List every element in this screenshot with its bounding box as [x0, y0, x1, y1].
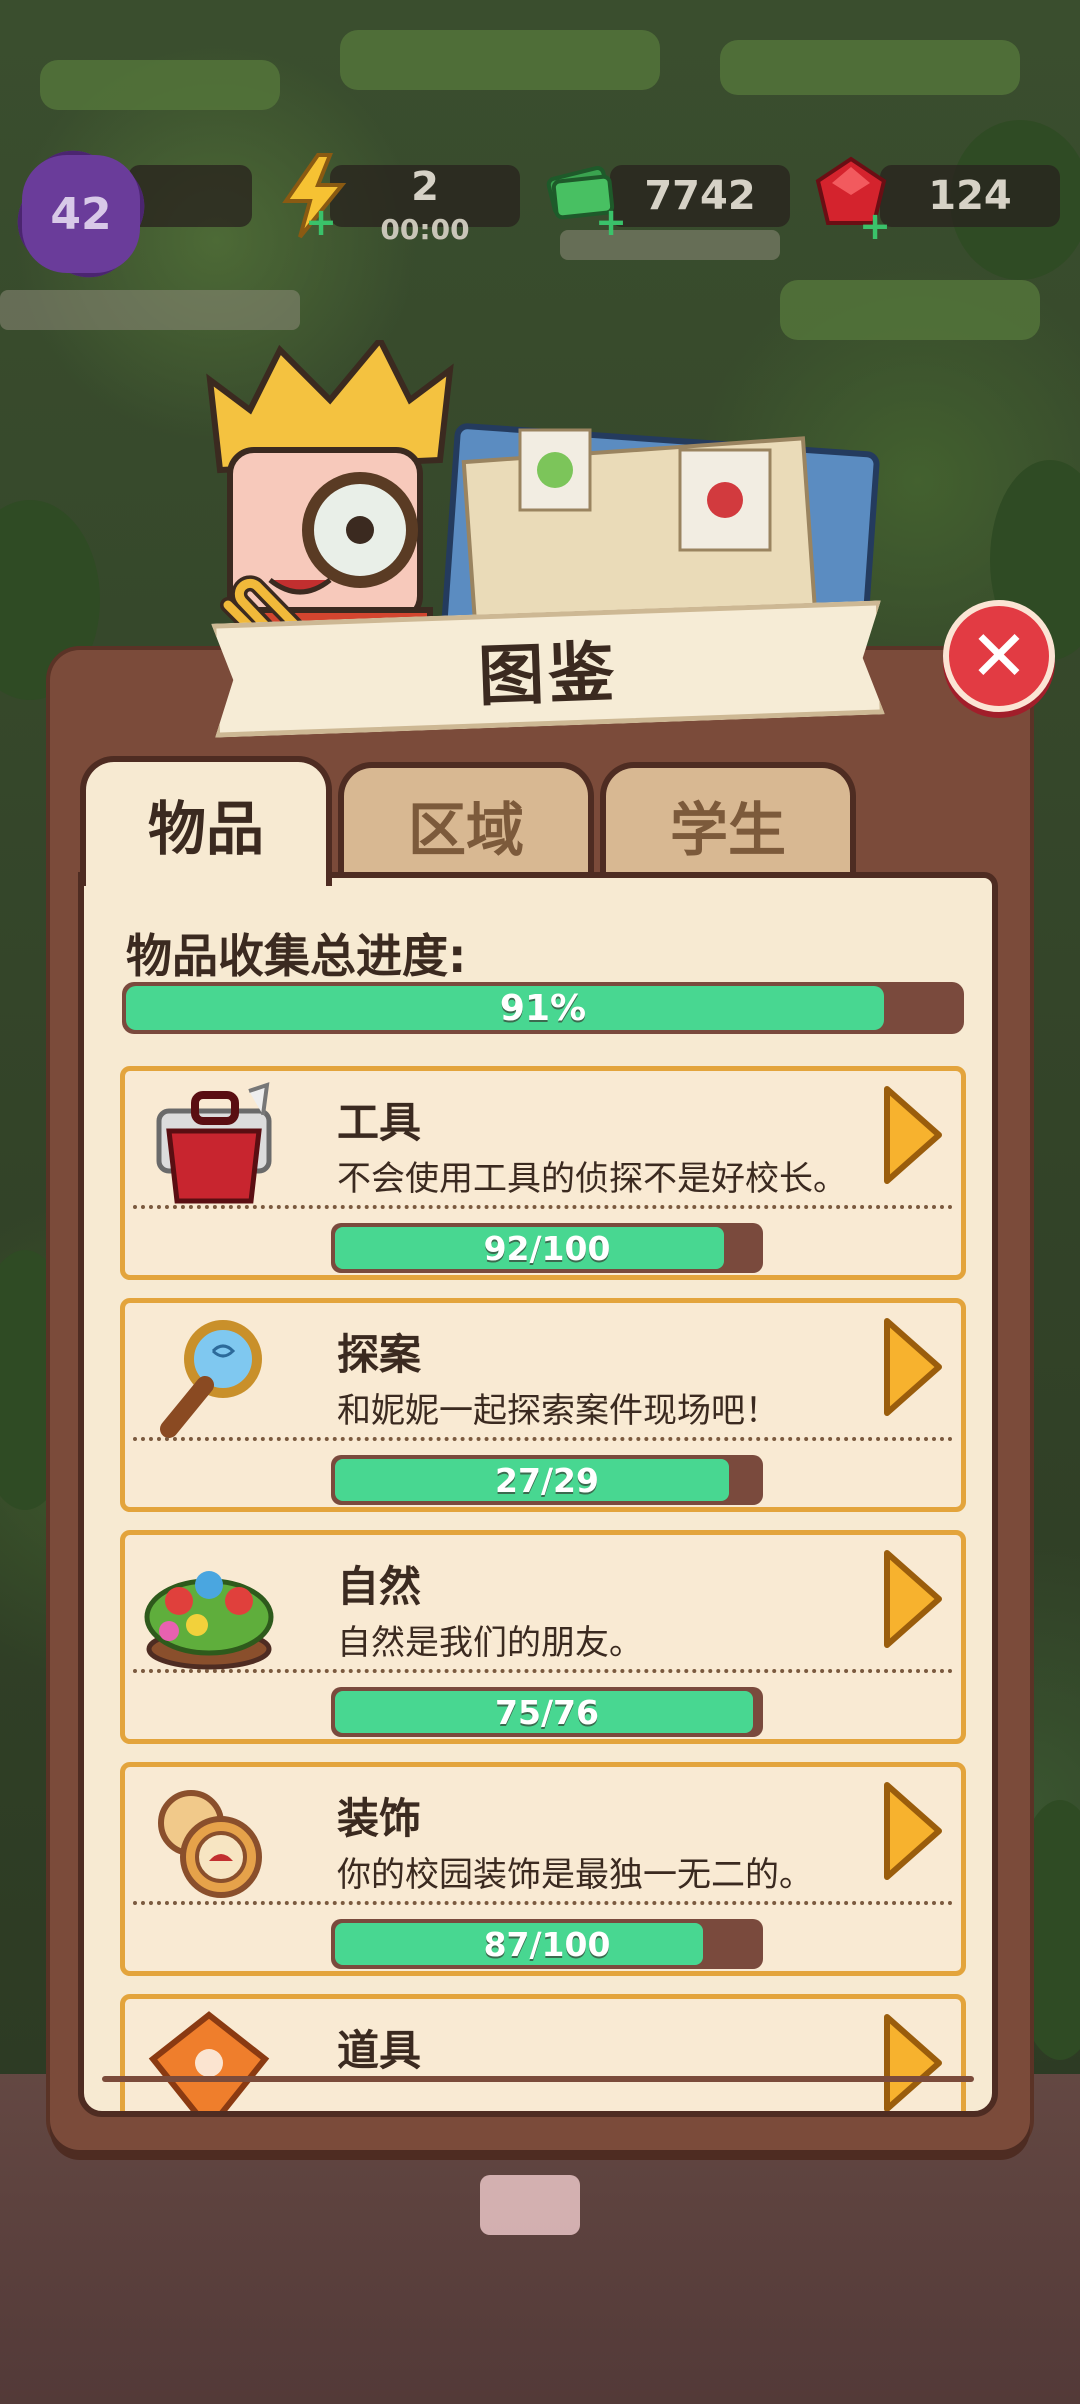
energy-value: 2: [411, 164, 439, 210]
panel-title-banner: 图鉴: [211, 600, 885, 737]
category-desc: 不会使用工具的侦探不是好校长。: [337, 1159, 847, 1199]
orange-dice-icon: [148, 2011, 270, 2111]
category-name: 装饰: [337, 1794, 422, 1843]
shop-stand-icon[interactable]: [480, 2175, 580, 2235]
cash-counter[interactable]: 7742: [610, 165, 790, 227]
category-card-props[interactable]: 道具: [120, 1994, 966, 2113]
player-level: 42: [50, 188, 112, 240]
close-icon: ✕: [969, 615, 1029, 697]
tab-students-label: 学生: [669, 796, 786, 864]
category-progress-bar: 27/29: [331, 1455, 763, 1505]
category-desc: 和妮妮一起探索案件现场吧！: [337, 1391, 779, 1431]
magnifier-icon: [160, 1320, 262, 1438]
category-progress-bar: 75/76: [331, 1687, 763, 1737]
category-card-tools[interactable]: 工具 不会使用工具的侦探不是好校长。 92/100: [120, 1066, 966, 1280]
category-progress-bar: 87/100: [331, 1919, 763, 1969]
toolbox-icon: [156, 1082, 272, 1204]
top-hud: 42 2 00:00 + 7742 + 124 +: [0, 137, 1080, 291]
category-desc: 自然是我们的朋友。: [337, 1623, 643, 1663]
overall-progress-bar: 91%: [122, 982, 964, 1034]
add-cash-button[interactable]: +: [594, 203, 628, 241]
category-card-nature[interactable]: 自然 自然是我们的朋友。 75/76: [120, 1530, 966, 1744]
divider: [133, 1901, 953, 1905]
divider: [133, 1669, 953, 1673]
pocket-watch-icon: [158, 1790, 262, 1898]
category-name: 自然: [337, 1562, 422, 1611]
add-gems-button[interactable]: +: [858, 207, 892, 245]
level-progress-bar: [128, 165, 252, 227]
category-name: 工具: [337, 1098, 422, 1147]
overall-progress-text: 91%: [499, 987, 587, 1029]
chevron-right-icon[interactable]: [881, 1549, 943, 1649]
tab-content: 物品收集总进度: 91% 工具 不会使用工具的侦探不是好校长。 92/100 探…: [78, 872, 998, 2117]
tab-items[interactable]: 物品: [80, 756, 332, 886]
close-button[interactable]: ✕: [943, 600, 1055, 712]
chevron-right-icon[interactable]: [881, 1085, 943, 1185]
category-progress-bar: 92/100: [331, 1223, 763, 1273]
gem-counter[interactable]: 124: [880, 165, 1060, 227]
tab-areas-label: 区域: [407, 796, 524, 864]
tab-students[interactable]: 学生: [600, 762, 856, 882]
energy-timer: 00:00: [380, 213, 470, 246]
category-card-investigation[interactable]: 探案 和妮妮一起探索案件现场吧！ 27/29: [120, 1298, 966, 1512]
category-progress-text: 87/100: [483, 1924, 611, 1964]
cash-value: 7742: [644, 173, 756, 219]
chevron-right-icon[interactable]: [881, 1781, 943, 1881]
chevron-right-icon[interactable]: [881, 2013, 943, 2113]
tab-areas[interactable]: 区域: [338, 762, 594, 882]
category-name: 道具: [337, 2026, 422, 2075]
category-progress-text: 27/29: [495, 1460, 599, 1500]
flower-bush-icon: [144, 1571, 274, 1670]
divider: [133, 1205, 953, 1209]
category-progress-text: 92/100: [483, 1228, 611, 1268]
scroll-clip-edge: [102, 2076, 974, 2082]
category-progress-text: 75/76: [495, 1692, 599, 1732]
player-level-badge[interactable]: 42: [4, 137, 158, 291]
category-card-decoration[interactable]: 装饰 你的校园装饰是最独一无二的。 87/100: [120, 1762, 966, 1976]
page-title: 图鉴: [476, 633, 620, 716]
overall-progress-label: 物品收集总进度:: [126, 929, 467, 983]
category-desc: 你的校园装饰是最独一无二的。: [337, 1855, 813, 1895]
gem-value: 124: [928, 173, 1012, 219]
chevron-right-icon[interactable]: [881, 1317, 943, 1417]
divider: [133, 1437, 953, 1441]
category-name: 探案: [337, 1330, 422, 1379]
add-energy-button[interactable]: +: [304, 203, 338, 241]
tab-items-label: 物品: [147, 795, 264, 863]
